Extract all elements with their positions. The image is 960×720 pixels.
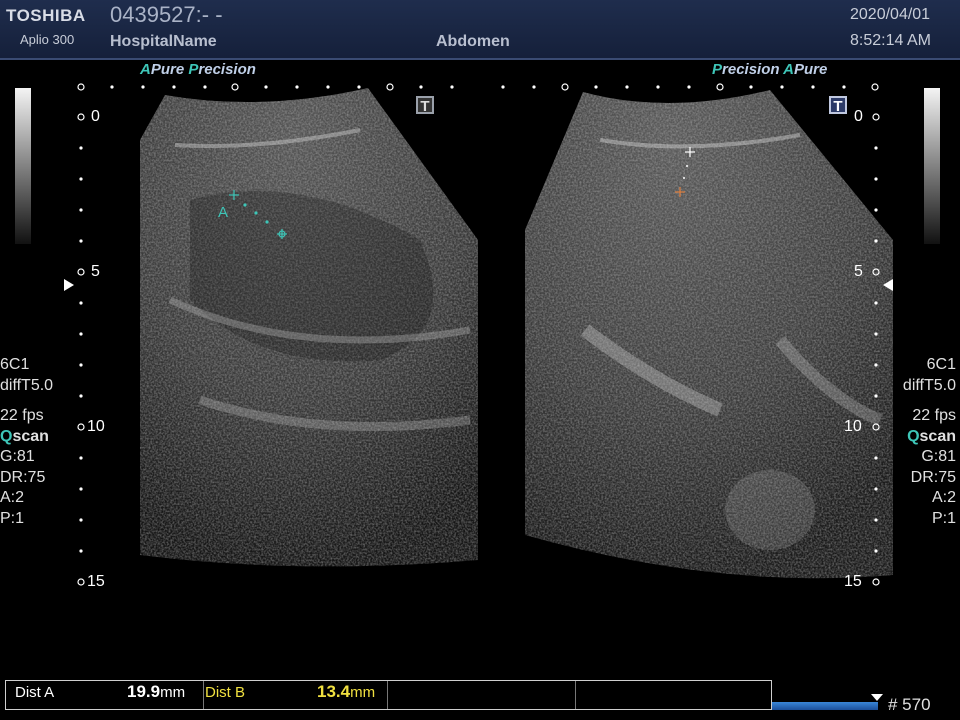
right-grayscale-bar [924,88,940,244]
left-depth-5: 5 [91,263,100,280]
right-depth-0: 0 [854,108,863,125]
left-lateral-scale [77,83,454,91]
dist-b-value: 13.4mm [317,682,376,701]
dist-b-cell: Dist B 13.4mm [203,681,388,709]
left-depth-scale [77,113,85,586]
right-qscan: Qscan [907,427,956,445]
left-fps: 22 fps [0,407,44,424]
device-model: Aplio 300 [20,32,75,47]
left-settings-panel: 6C1 diffT5.0 22 fps Qscan G:81 DR:75 A:2… [0,355,53,529]
dist-a-cell: Dist A 19.9mm [6,681,204,709]
ultrasound-images[interactable] [0,60,960,680]
left-depth-15: 15 [87,573,105,590]
dist-a-label: Dist A [15,684,55,701]
right-a: A:2 [931,489,956,506]
dist-b-label: Dist B [205,684,246,701]
cine-position-marker[interactable] [871,694,883,702]
right-depth-15: 15 [844,573,862,590]
right-scan-image [525,90,893,579]
patient-id: 0439527:- - [110,2,223,27]
right-dr: DR:75 [910,468,956,486]
cine-progress-bar[interactable] [772,702,878,710]
dist-a-value: 19.9mm [127,682,186,701]
right-settings-panel: 6C1 diffT5.0 22 fps Qscan G:81 DR:75 A:2… [903,355,956,529]
left-scan-image [140,88,478,567]
header-bar: TOSHIBA Aplio 300 0439527:- - HospitalNa… [0,0,960,60]
right-t-marker[interactable]: T [829,96,847,115]
left-focus-marker [64,279,74,291]
measurement-a-marker-label: A [218,204,229,221]
left-qscan: Qscan [0,427,49,445]
right-mode-label: Precision APure [712,61,828,78]
right-probe: 6C1 [926,356,956,373]
right-depth-5: 5 [854,263,863,280]
frame-count: # 570 [888,695,931,714]
left-p: P:1 [0,509,25,527]
left-preset: diffT5.0 [0,376,54,394]
left-mode-label: APure Precision [140,61,256,78]
empty-cell-1 [387,681,576,709]
exam-type: Abdomen [436,33,510,50]
right-preset: diffT5.0 [902,376,956,394]
left-depth-10: 10 [87,418,105,435]
left-t-marker[interactable]: T [416,96,434,115]
empty-cell-2 [575,681,771,709]
exam-time: 8:52:14 AM [850,32,931,49]
right-fps: 22 fps [912,407,956,424]
right-p: P:1 [931,509,956,527]
measurement-results-panel: Dist A 19.9mm Dist B 13.4mm [5,680,772,710]
left-gain: G:81 [0,448,35,465]
left-a: A:2 [0,489,25,506]
brand-logo: TOSHIBA [6,6,86,25]
left-grayscale-bar [15,88,31,244]
left-probe: 6C1 [0,356,30,373]
exam-date: 2020/04/01 [850,6,931,23]
left-depth-0: 0 [91,108,100,125]
right-gain: G:81 [921,448,956,465]
left-dr: DR:75 [0,468,46,486]
right-depth-10: 10 [844,418,862,435]
hospital-name: HospitalName [110,33,217,50]
right-lateral-scale [501,83,879,91]
